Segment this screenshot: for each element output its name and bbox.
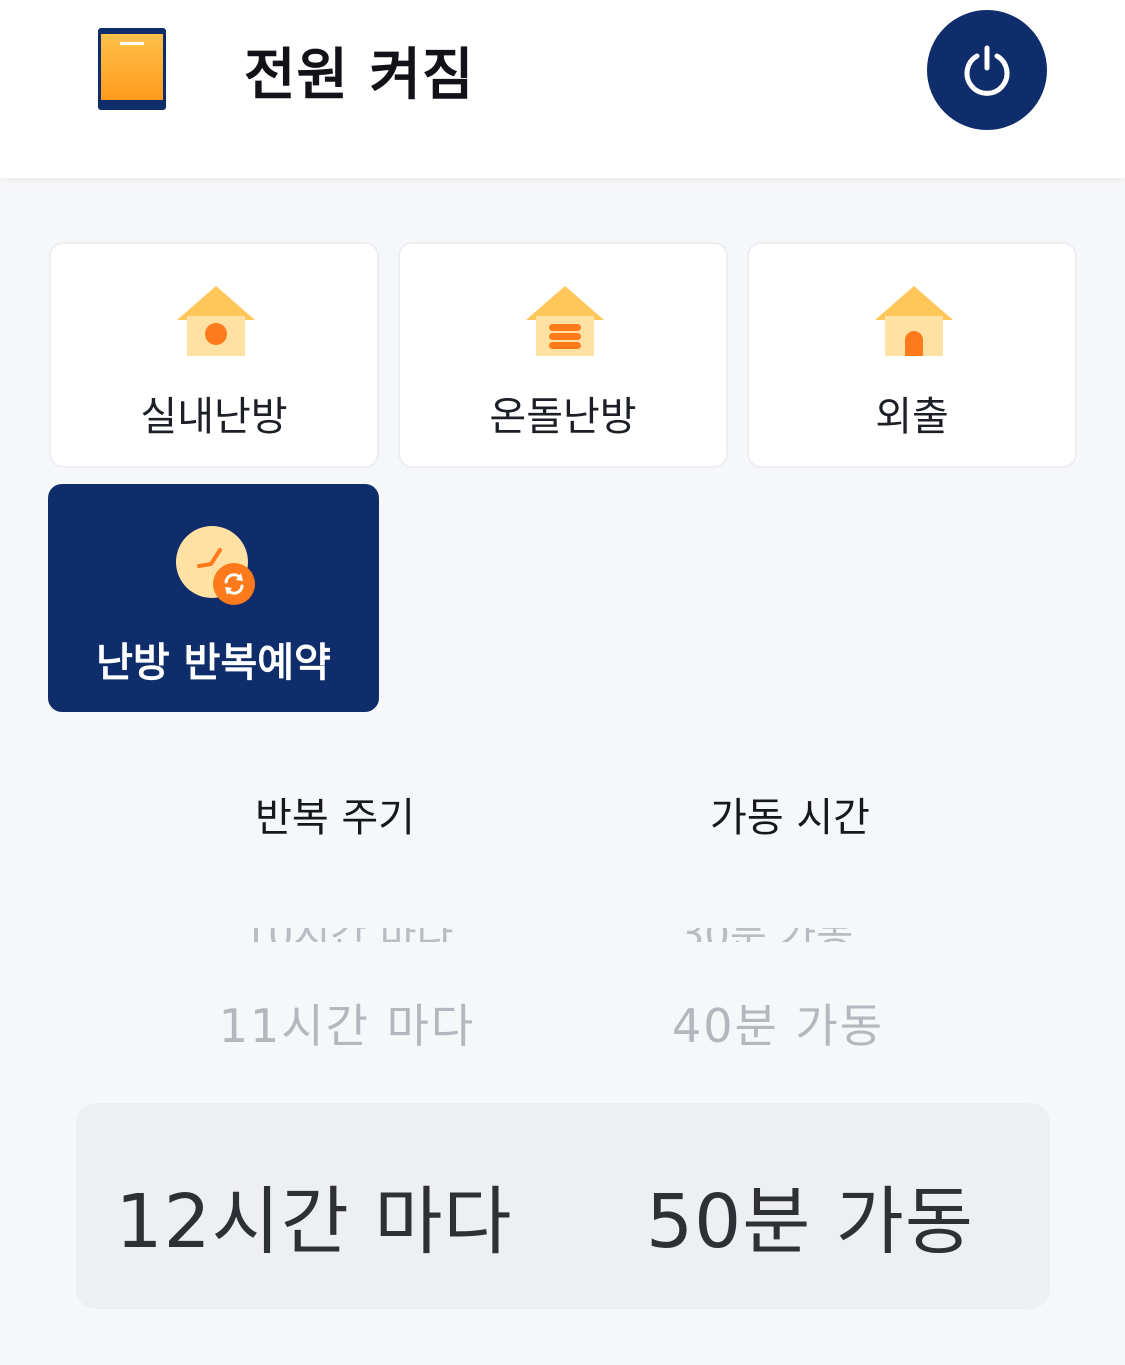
cycle-selected-option[interactable]: 12시간 마다 <box>84 1162 544 1269</box>
house-dot-icon <box>173 282 259 360</box>
cycle-option[interactable]: 10시간 마다 <box>148 928 548 942</box>
house-floor-heat-icon <box>522 282 608 360</box>
mode-indoor-heating[interactable]: 실내난방 <box>49 242 379 468</box>
clock-repeat-icon <box>172 522 262 608</box>
mode-floor-heating[interactable]: 온돌난방 <box>398 242 728 468</box>
duration-selected-option[interactable]: 50분 가동 <box>580 1162 1040 1269</box>
duration-column-header: 가동 시간 <box>710 795 870 841</box>
house-door-icon <box>871 282 957 360</box>
power-status-title: 전원 켜짐 <box>244 43 475 108</box>
header: 전원 켜짐 <box>0 0 1125 178</box>
cycle-column-header: 반복 주기 <box>255 795 415 841</box>
duration-option[interactable]: 40분 가동 <box>568 990 988 1056</box>
cycle-option[interactable]: 11시간 마다 <box>137 990 557 1056</box>
mode-label: 난방 반복예약 <box>96 640 331 686</box>
mode-label: 온돌난방 <box>489 394 637 440</box>
boiler-icon <box>98 28 166 110</box>
mode-label: 실내난방 <box>140 394 288 440</box>
duration-option[interactable]: 30분 가동 <box>566 928 966 942</box>
power-icon <box>964 45 1010 96</box>
mode-repeat-schedule[interactable]: 난방 반복예약 <box>48 484 379 712</box>
mode-away[interactable]: 외출 <box>747 242 1077 468</box>
power-button[interactable] <box>927 10 1047 130</box>
mode-label: 외출 <box>875 394 949 440</box>
